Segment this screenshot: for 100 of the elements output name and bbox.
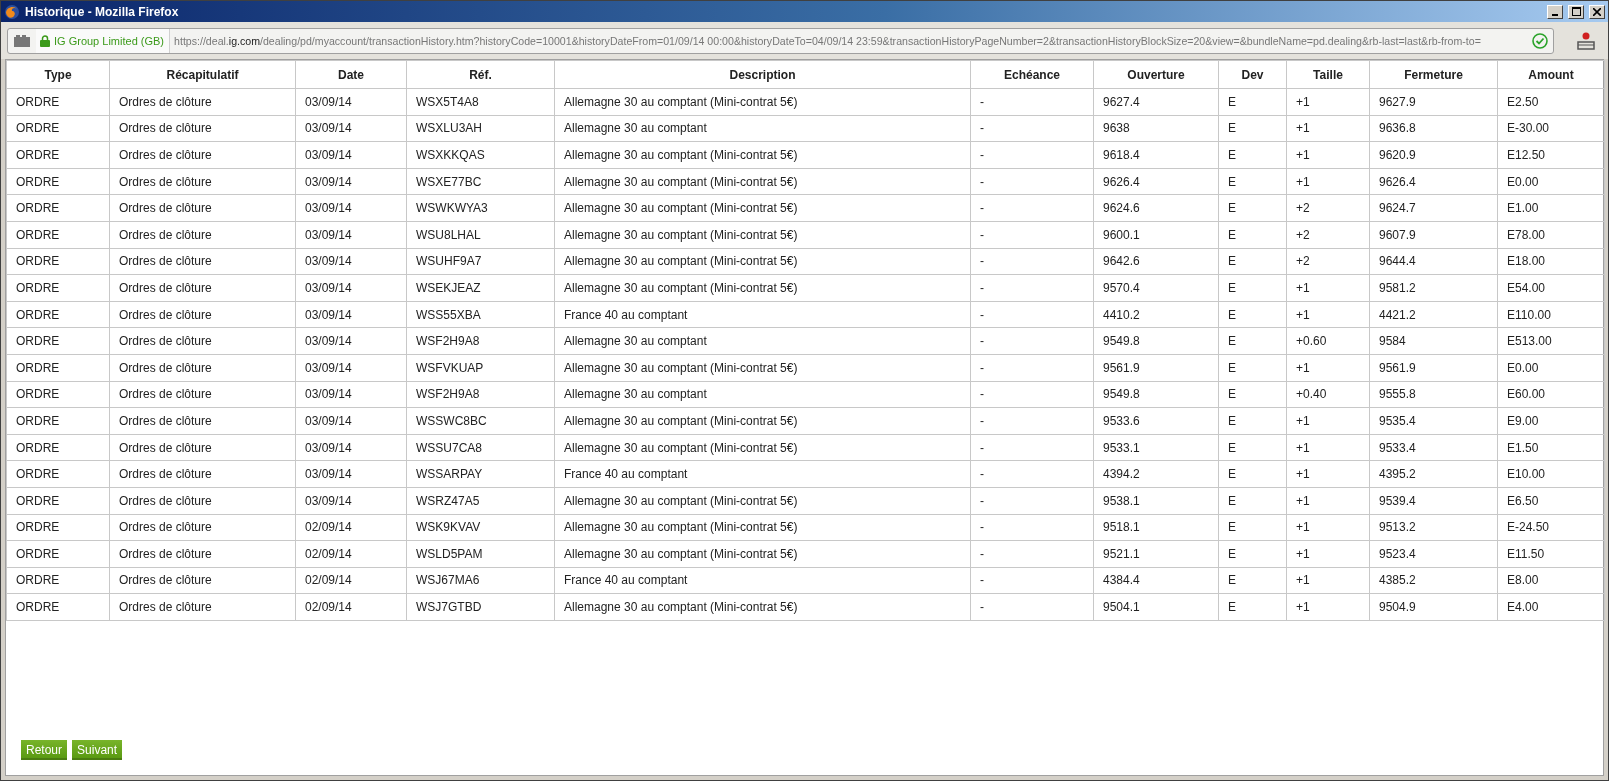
table-cell: +1 [1286,88,1370,116]
close-button[interactable] [1589,4,1605,19]
table-cell: 03/09/14 [295,115,407,142]
table-cell: 03/09/14 [295,141,407,169]
table-cell: Allemagne 30 au comptant (Mini-contrat 5€) [554,141,971,169]
table-cell: Ordres de clôture [109,593,296,621]
table-cell: WSSARPAY [406,460,555,488]
table-cell: E [1218,514,1287,541]
maximize-icon [1571,7,1581,16]
table-cell: 03/09/14 [295,327,407,355]
table-cell: E1.50 [1497,434,1605,461]
firefox-icon [4,3,20,20]
table-cell: ORDRE [6,593,110,621]
table-cell: 9570.4 [1093,274,1219,302]
table-cell: E [1218,434,1287,461]
column-header: Description [554,60,971,89]
table-cell: 9504.9 [1369,593,1498,621]
table-cell: - [970,567,1094,594]
table-cell: Allemagne 30 au comptant (Mini-contrat 5€) [554,514,971,541]
table-cell: +1 [1286,593,1370,621]
table-cell: E4.00 [1497,593,1605,621]
table-cell: - [970,381,1094,408]
table-cell: 9535.4 [1369,407,1498,435]
site-identity[interactable]: IG Group Limited (GB) [36,28,171,53]
table-cell: 9620.9 [1369,141,1498,169]
table-cell: E54.00 [1497,274,1605,302]
table-cell: +2 [1286,194,1370,222]
table-cell: Allemagne 30 au comptant (Mini-contrat 5€) [554,221,971,249]
table-cell: 03/09/14 [295,487,407,514]
table-cell: E [1218,593,1287,621]
table-cell: - [970,354,1094,382]
table-cell: - [970,88,1094,116]
table-cell: WSXLU3AH [406,115,555,142]
table-cell: E78.00 [1497,221,1605,249]
table-cell: - [970,115,1094,142]
table-cell: +1 [1286,141,1370,169]
maximize-button[interactable] [1568,4,1584,19]
table-cell: Ordres de clôture [109,274,296,302]
table-cell: +1 [1286,407,1370,435]
table-cell: E [1218,381,1287,408]
table-cell: - [970,540,1094,568]
table-cell: 9626.4 [1093,168,1219,195]
table-cell: 03/09/14 [295,301,407,328]
tab-groups-icon[interactable] [14,34,30,47]
back-button[interactable]: Retour [21,740,68,760]
table-cell: 03/09/14 [295,248,407,275]
table-cell: E [1218,168,1287,195]
lock-icon [40,34,50,47]
download-icon[interactable] [1576,31,1596,50]
address-bar[interactable] [7,27,1554,54]
table-cell: Ordres de clôture [109,407,296,435]
table-cell: +2 [1286,221,1370,249]
column-header: Type [6,60,110,89]
table-cell: - [970,434,1094,461]
url-text: https://deal.ig.com/dealing/pd/myaccount/transactionHistory.htm?historyCode=10001&historyDateFrom=01/09/14 00:00&historyDateTo=04/09/14 23:59&transactionHistoryPageNumber=2&transactionHistoryBlockSize=20&view=&bundleName=pd.dealing&rb-last=last&rb-from-to= [173,34,1482,47]
table-cell: 9504.1 [1093,593,1219,621]
table-cell: E [1218,274,1287,302]
table-cell: WSJ67MA6 [406,567,555,594]
table-cell: Ordres de clôture [109,460,296,488]
table-cell: 9627.4 [1093,88,1219,116]
table-cell: 03/09/14 [295,168,407,195]
table-cell: ORDRE [6,115,110,142]
table-cell: E [1218,460,1287,488]
table-cell: WSF2H9A8 [406,327,555,355]
table-cell: E11.50 [1497,540,1605,568]
table-cell: 9561.9 [1369,354,1498,382]
table-cell: Ordres de clôture [109,567,296,594]
table-cell: Allemagne 30 au comptant [554,327,971,355]
table-cell: - [970,141,1094,169]
table-cell: Allemagne 30 au comptant (Mini-contrat 5€) [554,540,971,568]
table-cell: WSEKJEAZ [406,274,555,302]
table-cell: Ordres de clôture [109,381,296,408]
table-cell: E0.00 [1497,354,1605,382]
table-cell: E2.50 [1497,88,1605,116]
table-cell: WSFVKUAP [406,354,555,382]
column-header: Echéance [970,60,1094,89]
table-cell: - [970,593,1094,621]
table-cell: E [1218,141,1287,169]
table-cell: E8.00 [1497,567,1605,594]
table-cell: ORDRE [6,460,110,488]
table-cell: WSS55XBA [406,301,555,328]
table-cell: Ordres de clôture [109,540,296,568]
table-cell: E [1218,327,1287,355]
table-cell: Allemagne 30 au comptant (Mini-contrat 5€) [554,274,971,302]
table-cell: Allemagne 30 au comptant (Mini-contrat 5€) [554,487,971,514]
table-cell: 03/09/14 [295,381,407,408]
table-cell: E-30.00 [1497,115,1605,142]
next-button[interactable]: Suivant [72,740,123,760]
table-cell: 9642.6 [1093,248,1219,275]
table-cell: Allemagne 30 au comptant (Mini-contrat 5€) [554,593,971,621]
table-cell: E [1218,301,1287,328]
table-cell: E [1218,540,1287,568]
table-cell: 9600.1 [1093,221,1219,249]
table-cell: +1 [1286,274,1370,302]
table-cell: 9626.4 [1369,168,1498,195]
column-header: Dev [1218,60,1287,89]
table-cell: France 40 au comptant [554,301,971,328]
minimize-button[interactable] [1547,4,1563,19]
table-cell: +1 [1286,115,1370,142]
table-cell: E12.50 [1497,141,1605,169]
